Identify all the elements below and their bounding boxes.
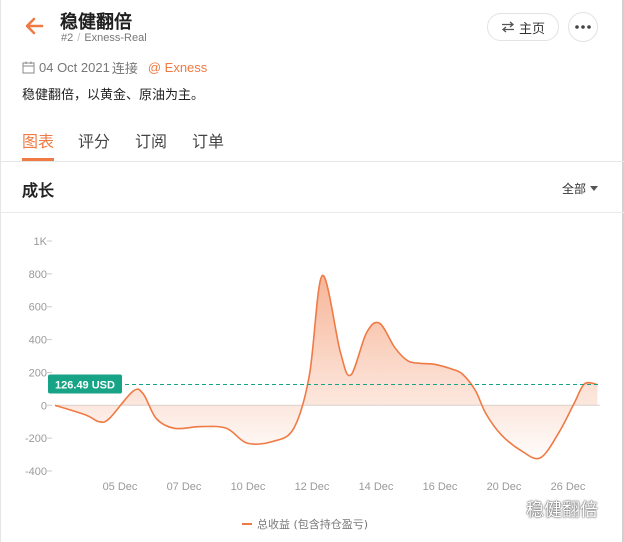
range-dropdown-value: 全部 <box>562 182 587 196</box>
back-arrow-icon[interactable] <box>22 14 48 38</box>
x-tick-label: 05 Dec <box>103 481 138 493</box>
legend-swatch <box>242 523 252 525</box>
broker-link[interactable]: @ Exness <box>148 60 207 75</box>
watermark: 稳健翻倍 <box>504 496 598 522</box>
watermark-text: 稳健翻倍 <box>526 500 598 521</box>
y-tick-label: 600 <box>29 302 47 314</box>
x-tick-label: 14 Dec <box>359 481 394 493</box>
page-title: 稳健翻倍 <box>60 12 132 33</box>
more-options-button[interactable] <box>568 12 598 42</box>
x-tick-label: 10 Dec <box>231 481 266 493</box>
current-value-label: 126.49 USD <box>55 380 115 392</box>
x-tick-label: 12 Dec <box>295 481 330 493</box>
tab-subscribe[interactable]: 订阅 <box>135 128 167 152</box>
caret-down-icon <box>590 186 599 191</box>
account-subtitle: #2/Exness-Real <box>61 32 147 44</box>
x-tick-label: 07 Dec <box>167 481 202 493</box>
y-tick-label: -400 <box>25 466 47 478</box>
more-dots-icon <box>575 25 591 29</box>
chart-legend[interactable]: 总收益 (包含持仓盈亏) <box>242 516 368 532</box>
account-id: #2 <box>61 32 74 44</box>
swap-icon <box>501 21 514 33</box>
x-tick-label: 26 Dec <box>551 481 586 493</box>
y-tick-label: 200 <box>29 367 47 379</box>
calendar-icon <box>22 61 35 74</box>
home-button[interactable]: 主页 <box>487 13 559 41</box>
page-header: 稳健翻倍 #2/Exness-Real 主页 <box>0 0 624 52</box>
range-dropdown[interactable]: 全部 <box>562 180 599 197</box>
series-area-fill <box>55 275 598 459</box>
account-meta: 04 Oct 2021 连接 @ Exness <box>22 58 207 77</box>
watermark-logo-icon <box>504 500 522 518</box>
connect-label: 连接 <box>111 61 138 76</box>
account-server: Exness-Real <box>84 32 147 44</box>
y-tick-label: 800 <box>29 269 47 281</box>
growth-section-title: 成长 <box>22 181 55 200</box>
tab-orders[interactable]: 订单 <box>192 128 224 152</box>
strategy-description: 稳健翻倍，以黄金、原油为主。 <box>22 88 205 103</box>
y-tick-label: 0 <box>41 400 47 412</box>
y-tick-label: -200 <box>25 433 47 445</box>
home-button-label: 主页 <box>518 21 545 37</box>
subtitle-separator: / <box>77 32 81 44</box>
x-tick-label: 20 Dec <box>487 481 522 493</box>
tab-bar: 图表 评分 订阅 订单 <box>0 118 624 162</box>
y-tick-label: 400 <box>29 335 47 347</box>
active-tab-indicator <box>22 158 54 161</box>
growth-chart: 1K 800 600 400 200 0 -200 -400 05 Dec 07 Dec 10 De… <box>25 236 600 493</box>
tab-rating[interactable]: 评分 <box>78 128 110 152</box>
y-tick-label: 1K <box>34 236 48 248</box>
connect-date: 04 Oct 2021 <box>39 60 110 75</box>
tab-chart[interactable]: 图表 <box>22 128 54 152</box>
legend-label: 总收益 (包含持仓盈亏) <box>257 518 369 531</box>
x-tick-label: 16 Dec <box>423 481 458 493</box>
